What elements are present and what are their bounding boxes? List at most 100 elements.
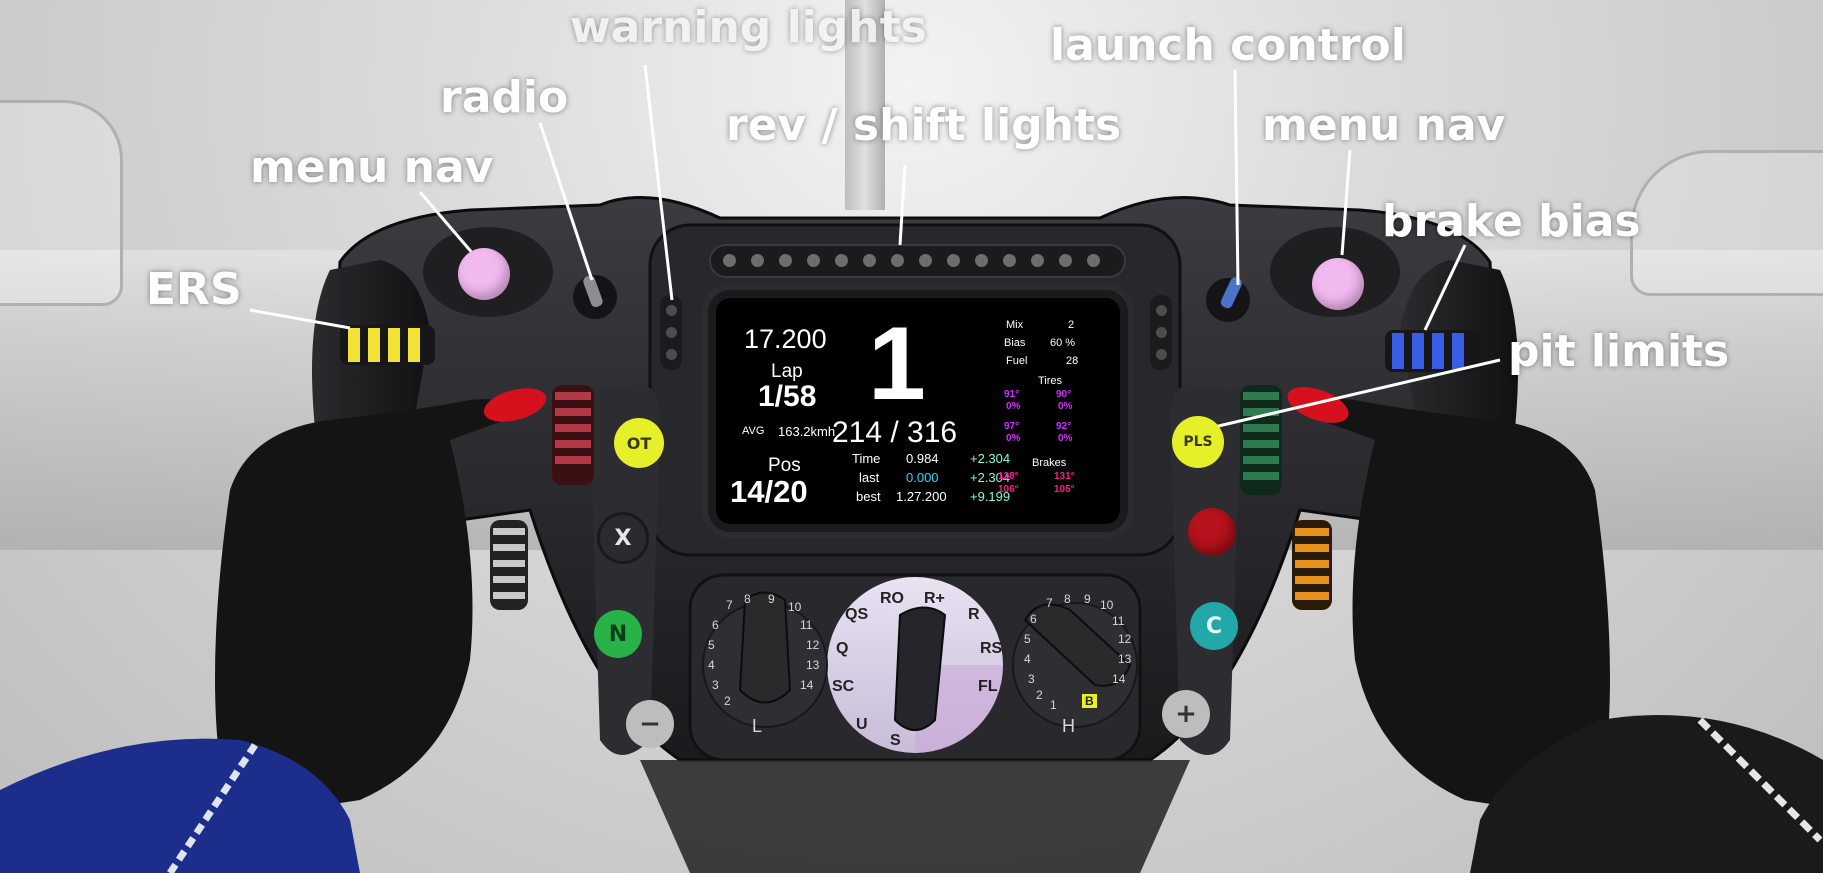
rotary-number: 11 — [800, 618, 813, 632]
tire-wear: 0% — [1006, 433, 1021, 444]
tires-label: Tires — [1038, 375, 1063, 387]
tire-wear: 0% — [1006, 401, 1021, 412]
rotary-number: 13 — [806, 658, 820, 672]
rotary-label: R — [968, 606, 980, 623]
right-menu-nav-button[interactable] — [1312, 258, 1364, 310]
warning-led — [666, 349, 677, 360]
launch-control-annotation: launch control — [1050, 20, 1406, 71]
plus-button[interactable]: + — [1162, 690, 1210, 738]
overtake-button[interactable]: OT — [614, 418, 664, 468]
timing-delta: +2.304 — [970, 451, 1011, 466]
brake-temp: 128° — [998, 471, 1019, 482]
left-red-thumbwheel — [552, 385, 594, 485]
brake-temp: 106° — [998, 484, 1019, 495]
shift-led — [947, 254, 960, 267]
shift-led — [891, 254, 904, 267]
rotary-label: S — [890, 732, 901, 749]
shift-led — [723, 254, 736, 267]
rotary-number: 5 — [708, 638, 715, 652]
rotary-number: 13 — [1118, 652, 1132, 666]
warning-led — [666, 305, 677, 316]
rotary-number: 11 — [1112, 614, 1125, 628]
shift-led — [1031, 254, 1044, 267]
rotary-label: R+ — [924, 590, 945, 607]
rev-shift-lights-annotation: rev / shift lights — [726, 100, 1122, 151]
lap-time: 17.200 — [744, 324, 827, 354]
fuel-label: Fuel — [1006, 355, 1028, 367]
minus-button-label: − — [639, 709, 661, 739]
left-rotary-knob — [738, 591, 792, 704]
shift-led — [1087, 254, 1100, 267]
rotary-number: 12 — [806, 638, 820, 652]
rotary-number: 6 — [712, 618, 719, 632]
shift-led — [975, 254, 988, 267]
gear-indicator: 1 — [868, 306, 926, 422]
rotary-letter: L — [752, 716, 763, 736]
rotary-label: SC — [832, 678, 855, 695]
rotary-number: 4 — [708, 658, 715, 672]
shift-led — [1059, 254, 1072, 267]
rotary-number: 10 — [1100, 598, 1114, 612]
brake-temp: 105° — [1054, 484, 1075, 495]
warning-lights-annotation: warning lights — [570, 2, 927, 53]
tire-wear: 0% — [1058, 401, 1073, 412]
rotary-number: 14 — [1112, 672, 1126, 686]
minus-button[interactable]: − — [626, 700, 674, 748]
warning-led — [1156, 349, 1167, 360]
bias-label: Bias — [1004, 337, 1026, 349]
rotary-number: 8 — [744, 592, 751, 606]
right-green-thumbwheel — [1240, 385, 1282, 495]
x-button-label: X — [614, 525, 632, 551]
overtake-button-label: OT — [626, 433, 652, 453]
c-button-label: C — [1205, 613, 1223, 639]
rotary-number: 9 — [1084, 592, 1091, 606]
rotary-number: 2 — [1036, 688, 1043, 702]
rotary-label: U — [856, 716, 868, 733]
brakes-label: Brakes — [1032, 457, 1067, 469]
mix-value: 2 — [1068, 319, 1075, 331]
left-menu-nav-button[interactable] — [458, 248, 510, 300]
rotary-number: 5 — [1024, 632, 1031, 646]
shift-led — [1003, 254, 1016, 267]
rotary-number: 9 — [768, 592, 775, 606]
warning-led — [666, 327, 677, 338]
brake-bias-paddle — [1385, 330, 1480, 372]
brake-temp: 131° — [1054, 471, 1075, 482]
rotary-number: 8 — [1064, 592, 1071, 606]
rotary-number: 7 — [726, 598, 733, 612]
rpm-readout: 214 / 316 — [832, 416, 958, 449]
timing-label: Time — [852, 451, 881, 466]
rotary-number: 1 — [1050, 698, 1057, 712]
ers-annotation: ERS — [146, 264, 242, 315]
x-button[interactable]: X — [600, 515, 646, 561]
c-button[interactable]: C — [1190, 602, 1238, 650]
warning-led — [1156, 327, 1167, 338]
red-button[interactable] — [1188, 508, 1236, 556]
tire-temp: 97° — [1004, 421, 1020, 432]
center-column-shadow — [640, 760, 1190, 873]
neutral-button[interactable]: N — [594, 610, 642, 658]
timing-label: best — [856, 489, 881, 504]
rotary-label: QS — [845, 606, 869, 623]
ers-paddle — [340, 325, 435, 365]
shift-led — [919, 254, 932, 267]
rotary-label: RO — [880, 590, 904, 607]
pit-limiter-button[interactable]: PLS — [1172, 416, 1224, 468]
shift-led — [807, 254, 820, 267]
shift-led — [751, 254, 764, 267]
brake-bias-annotation: brake bias — [1382, 196, 1641, 247]
timing-value: 0.000 — [906, 470, 939, 485]
steering-wheel-scene: 17.200 Lap 1/58 AVG 163.2kmh Pos 14/20 1… — [0, 0, 1823, 873]
rotary-number: 7 — [1046, 596, 1053, 610]
timing-value: 0.984 — [906, 451, 939, 466]
lap-value: 1/58 — [758, 380, 817, 413]
rotary-number: 3 — [1028, 672, 1035, 686]
rotary-number: 3 — [712, 678, 719, 692]
avg-label: AVG — [742, 425, 765, 437]
position-label: Pos — [768, 455, 801, 476]
neutral-button-label: N — [608, 621, 628, 647]
rotary-letter: H — [1062, 716, 1075, 736]
rotary-highlight: B — [1082, 694, 1097, 708]
rotary-number: 10 — [788, 600, 802, 614]
pit-limiter-button-label: PLS — [1183, 434, 1213, 450]
